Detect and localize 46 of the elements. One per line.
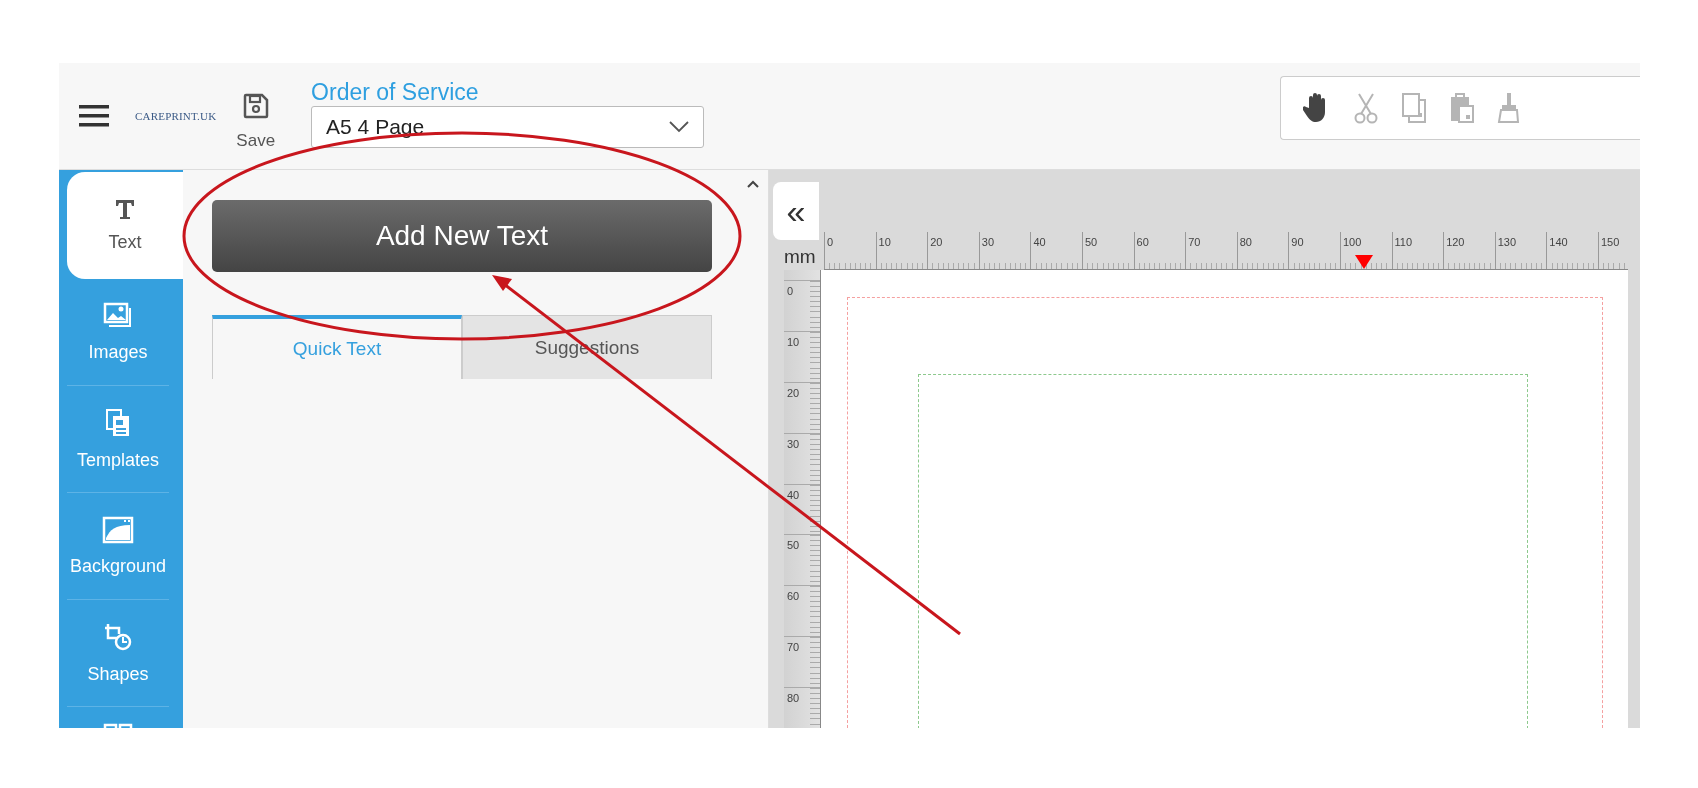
letter-t-icon [114,198,136,220]
ruler-label: 10 [787,335,800,348]
save-button[interactable]: Save [236,93,276,151]
ruler-label: 30 [981,236,995,248]
ruler-label: 0 [827,236,834,248]
ruler-label: 30 [787,437,800,450]
ruler-label: 50 [787,539,800,552]
sidebar-item[interactable]: Text [67,172,183,279]
ruler-label: 80 [1239,236,1252,248]
ruler-label: 10 [878,236,891,248]
ruler-label: 40 [787,488,800,501]
document-title: Order of Service [311,78,480,106]
clipboard-icon [1449,92,1475,124]
ruler-label: 70 [1188,236,1201,248]
ruler-label: 90 [1291,236,1304,248]
ruler-label: 80 [787,692,800,705]
documents-icon [104,407,132,438]
scissors-icon [1353,92,1379,124]
ruler-label: 60 [787,590,800,603]
ruler-label: 120 [1446,236,1465,248]
ruler-label: 50 [1084,236,1098,248]
ruler-label: 20 [787,386,800,399]
collapse-button[interactable]: « [773,182,819,240]
menu-icon [79,104,109,128]
add-new-text-button[interactable]: Add New Text [212,200,712,272]
ruler-label: 70 [787,641,800,654]
images-icon [103,301,133,330]
window-picture-icon [102,515,134,544]
menu-button[interactable] [79,104,109,128]
ruler-label: 130 [1497,236,1517,248]
format-dropdown[interactable]: A5 4 Page [311,106,705,148]
ruler-label: 100 [1342,236,1362,248]
ruler-label: 110 [1394,236,1413,248]
scroll-up-icon[interactable] [747,180,759,188]
ruler-label: 150 [1600,236,1620,248]
ruler-label: 140 [1549,236,1568,248]
ruler-label: 40 [1033,236,1046,248]
brush-icon [1497,92,1521,124]
copy-icon [1401,92,1427,124]
ruler-label: 20 [930,236,943,248]
unit-label: mm [784,246,817,268]
shapes-icon [103,621,133,652]
ruler-label: 60 [1136,236,1149,248]
chevron-down-icon [669,121,690,133]
ruler-label: 0 [787,285,794,297]
logo[interactable]: CAREPRINT.UK [135,110,217,122]
